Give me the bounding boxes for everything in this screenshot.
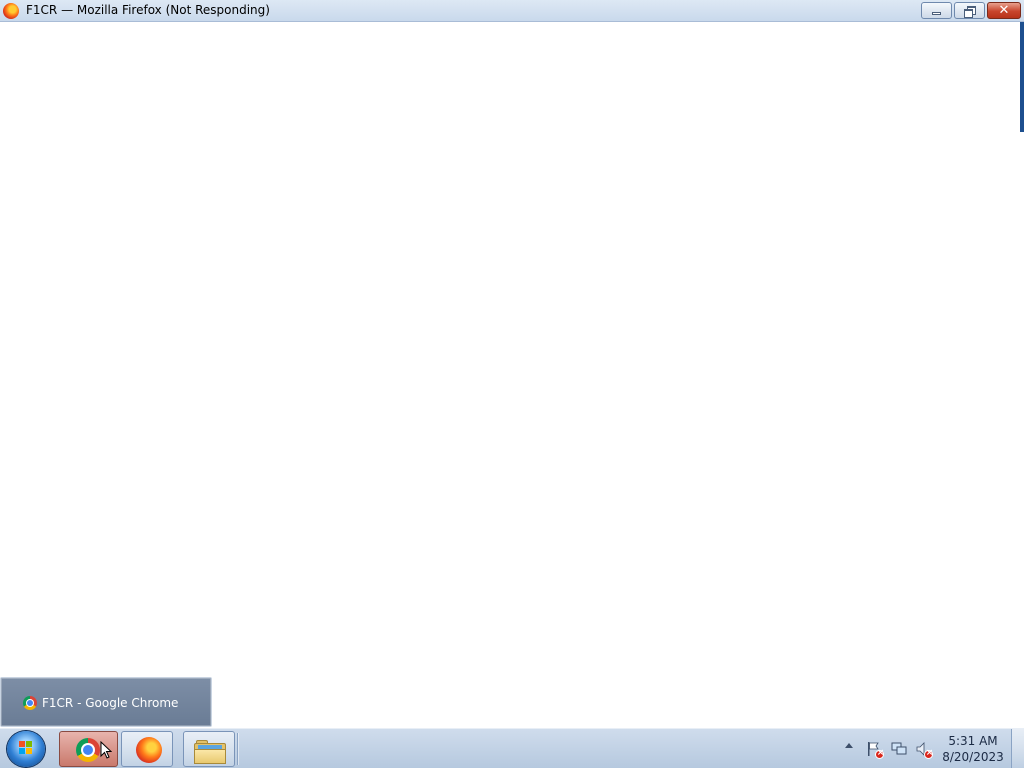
network-icon[interactable] <box>891 741 907 757</box>
clock-date: 8/20/2023 <box>942 750 1004 764</box>
taskbar-preview[interactable]: F1CR - Google Chrome <box>0 677 212 727</box>
start-button[interactable] <box>7 731 45 767</box>
chrome-icon <box>76 738 100 762</box>
volume-muted-icon[interactable] <box>915 741 934 759</box>
taskbar: 5:31 AM 8/20/2023 <box>0 728 1024 768</box>
mouse-cursor-icon <box>100 741 112 759</box>
close-icon: ✕ <box>998 3 1010 18</box>
taskbar-explorer-button[interactable] <box>183 731 235 767</box>
restore-button[interactable] <box>954 2 985 19</box>
window-titlebar[interactable]: F1CR — Mozilla Firefox (Not Responding) … <box>0 0 1024 22</box>
chrome-icon <box>23 696 37 710</box>
firefox-icon <box>136 737 162 763</box>
browser-content-area[interactable] <box>0 22 1024 728</box>
minimize-icon <box>932 12 941 15</box>
firefox-icon <box>3 3 19 19</box>
taskbar-firefox-button[interactable] <box>121 731 173 767</box>
restore-icon <box>964 6 976 18</box>
action-center-flag-icon[interactable] <box>866 741 885 759</box>
minimize-button[interactable] <box>921 2 952 19</box>
scrollbar-edge[interactable] <box>1020 22 1024 132</box>
window-title: F1CR — Mozilla Firefox (Not Responding) <box>26 3 270 17</box>
show-desktop-button[interactable] <box>1011 729 1024 768</box>
system-clock[interactable]: 5:31 AM 8/20/2023 <box>940 733 1006 765</box>
windows-start-icon <box>19 741 33 755</box>
close-button[interactable]: ✕ <box>987 2 1021 19</box>
show-hidden-icons-icon[interactable] <box>845 743 853 748</box>
folder-icon <box>194 740 226 764</box>
taskbar-divider <box>237 733 239 765</box>
preview-label: F1CR - Google Chrome <box>42 696 179 710</box>
clock-time: 5:31 AM <box>948 734 998 748</box>
